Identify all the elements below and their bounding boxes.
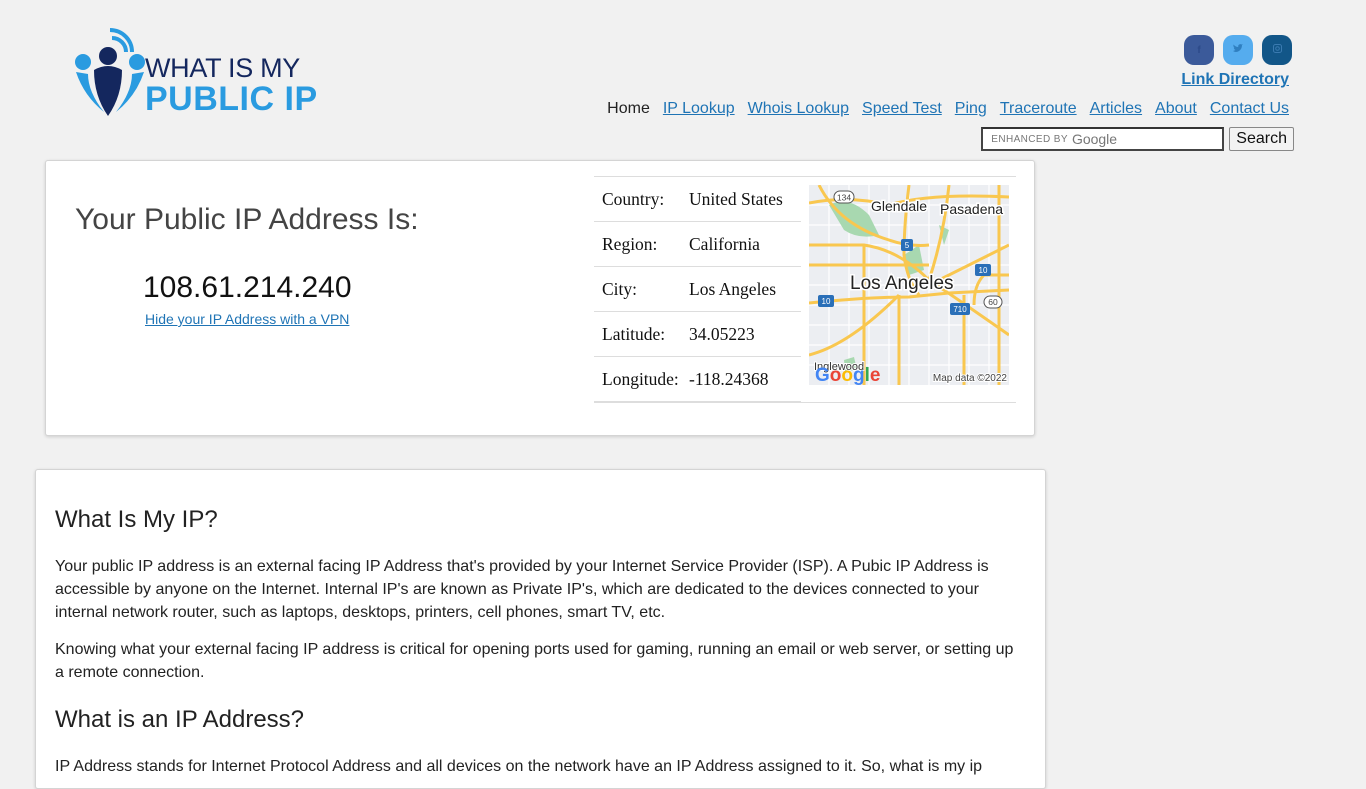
facebook-icon: f [1197,44,1201,56]
link-directory-link[interactable]: Link Directory [1181,71,1289,89]
vpn-link[interactable]: Hide your IP Address with a VPN [145,311,349,327]
main-nav: Home IP Lookup Whois Lookup Speed Test P… [607,100,1289,118]
geo-row-city: City: Los Angeles [594,267,801,312]
geo-table: Country: United States Region: Californi… [594,176,1016,403]
geo-value: United States [689,188,783,209]
geo-label: City: [602,278,638,299]
map-label-glendale: Glendale [871,198,927,214]
geo-row-longitude: Longitude: -118.24368 [594,357,801,402]
people-wifi-icon [75,28,145,116]
site-search: ENHANCED BY Google Search [981,127,1294,151]
svg-text:710: 710 [953,305,967,314]
twitter-button[interactable] [1223,35,1253,65]
geo-value: Los Angeles [689,278,777,299]
ip-heading: Your Public IP Address Is: [75,203,419,236]
map-graphic: 134 5 10 10 710 60 Glendale Pasadena Los… [809,185,1009,385]
nav-ip-lookup[interactable]: IP Lookup [663,100,735,118]
geo-row-country: Country: United States [594,177,801,222]
nav-ping[interactable]: Ping [955,100,987,118]
nav-contact-us[interactable]: Contact Us [1210,100,1289,118]
instagram-icon [1272,44,1282,56]
article-heading-what-is-an-ip-address: What is an IP Address? [55,705,305,733]
instagram-button[interactable] [1262,35,1292,65]
site-logo[interactable]: WHAT IS MY PUBLIC IP [74,26,334,118]
geo-row-region: Region: California [594,222,801,267]
article-heading-what-is-my-ip: What Is My IP? [55,506,218,533]
map-attribution: Map data ©2022 [933,373,1008,384]
map-label-pasadena: Pasadena [940,201,1003,217]
geo-value: 34.05223 [689,323,755,344]
geo-label: Latitude: [602,323,666,344]
geo-label: Region: [602,233,658,254]
search-input[interactable]: ENHANCED BY Google [981,127,1225,151]
nav-about[interactable]: About [1155,100,1197,118]
svg-text:5: 5 [905,241,910,250]
search-placeholder-prefix: ENHANCED BY [991,133,1068,145]
article-paragraph: Knowing what your external facing IP add… [55,640,1014,681]
google-map-logo: Google [815,365,880,385]
geo-row-latitude: Latitude: 34.05223 [594,312,801,357]
svg-text:60: 60 [988,297,998,307]
nav-whois-lookup[interactable]: Whois Lookup [748,100,849,118]
geo-value: California [689,233,760,254]
article-paragraph: Your public IP address is an external fa… [55,557,989,621]
svg-text:10: 10 [822,297,831,306]
social-links: f [1184,35,1292,65]
article-card: What Is My IP? Your public IP address is… [35,469,1046,789]
twitter-icon [1233,44,1243,56]
article-paragraph: IP Address stands for Internet Protocol … [55,757,983,775]
map-label-los-angeles: Los Angeles [850,273,954,294]
nav-speed-test[interactable]: Speed Test [862,100,942,118]
geo-value: -118.24368 [689,368,769,389]
nav-traceroute[interactable]: Traceroute [1000,100,1077,118]
svg-text:10: 10 [979,266,988,275]
google-brand-text: Google [1071,131,1118,147]
ip-info-card: Your Public IP Address Is: 108.61.214.24… [45,160,1035,436]
search-button[interactable]: Search [1229,127,1294,151]
nav-home[interactable]: Home [607,100,650,118]
location-map[interactable]: 134 5 10 10 710 60 Glendale Pasadena Los… [809,185,1009,385]
geo-label: Country: [602,188,665,209]
logo-text-line2: PUBLIC IP [145,80,318,118]
logo-text-line1: WHAT IS MY [145,53,301,83]
nav-articles[interactable]: Articles [1090,100,1142,118]
geo-label: Longitude: [602,368,679,389]
facebook-button[interactable]: f [1184,35,1214,65]
shield-134: 134 [837,193,851,203]
ip-address-value: 108.61.214.240 [143,271,352,304]
